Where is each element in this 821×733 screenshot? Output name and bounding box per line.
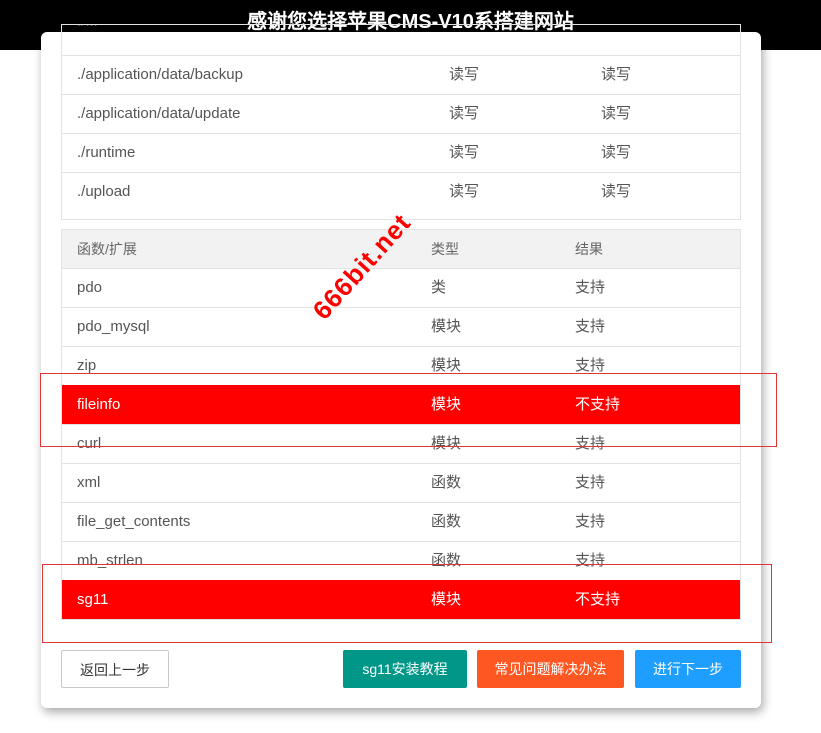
next-step-button[interactable]: 进行下一步 — [635, 650, 741, 688]
extension-type: 函数 — [431, 474, 462, 491]
dir-path: ./application/data/update — [77, 105, 241, 122]
highlight-box-sg11 — [42, 564, 772, 643]
extension-name: pdo_mysql — [77, 318, 150, 335]
dir-required: 读写 — [449, 105, 480, 122]
extension-type: 函数 — [431, 513, 462, 530]
extension-name: file_get_contents — [77, 513, 191, 530]
extension-type: 模块 — [431, 318, 462, 335]
extension-name: xml — [77, 474, 101, 491]
dir-path: ./runtime — [77, 144, 136, 161]
extension-result: 支持 — [575, 474, 606, 491]
dir-current: 读写 — [601, 105, 632, 122]
table-row: ./application/data/update 读写 读写 — [62, 94, 740, 133]
dir-path: ./upload — [77, 183, 131, 200]
highlight-box-fileinfo — [40, 373, 777, 447]
extension-result: 支持 — [575, 279, 606, 296]
dir-current: 读写 — [601, 183, 632, 200]
table-row: ./upload 读写 读写 — [62, 172, 740, 211]
extension-result: 支持 — [575, 513, 606, 530]
dir-current: 读写 — [601, 66, 632, 83]
dir-path: ./... — [77, 25, 98, 41]
column-header-type: 类型 — [431, 241, 459, 257]
column-header-result: 结果 — [575, 241, 603, 257]
extension-type: 类 — [431, 279, 447, 296]
table-row: file_get_contents 函数 支持 — [62, 502, 740, 541]
directory-permissions-table: ./... ./application/data/backup 读写 读写 ./… — [61, 24, 741, 220]
table-row: ./application/data/backup 读写 读写 — [62, 55, 740, 94]
back-button[interactable]: 返回上一步 — [61, 650, 169, 688]
faq-button[interactable]: 常见问题解决办法 — [477, 650, 624, 688]
table-row: pdo_mysql 模块 支持 — [62, 307, 740, 346]
dir-required: 读写 — [449, 66, 480, 83]
table-row: ./... — [62, 25, 740, 55]
dir-path: ./application/data/backup — [77, 66, 243, 83]
table-row: xml 函数 支持 — [62, 463, 740, 502]
dir-required: 读写 — [449, 183, 480, 200]
column-header-extension: 函数/扩展 — [77, 241, 137, 257]
sg11-tutorial-button[interactable]: sg11安装教程 — [343, 650, 467, 688]
dir-current: 读写 — [601, 144, 632, 161]
extension-result: 支持 — [575, 318, 606, 335]
dir-required: 读写 — [449, 144, 480, 161]
table-row: pdo 类 支持 — [62, 268, 740, 307]
table-row: ./runtime 读写 读写 — [62, 133, 740, 172]
extension-name: pdo — [77, 279, 103, 296]
